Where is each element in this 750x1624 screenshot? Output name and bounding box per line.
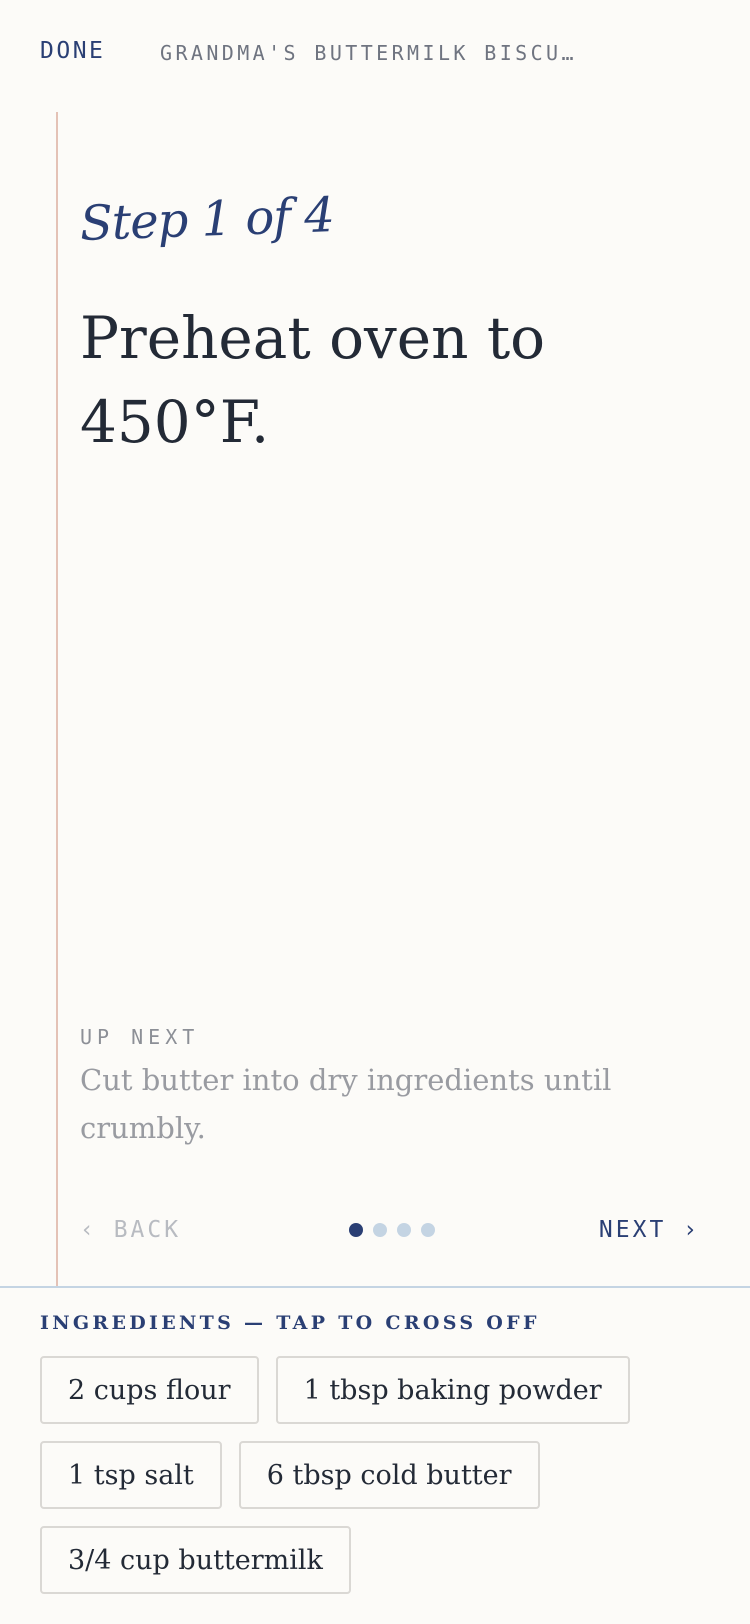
step-dot bbox=[397, 1223, 411, 1237]
up-next-text: Cut butter into dry ingredients until cr… bbox=[80, 1063, 612, 1145]
up-next-label: UP NEXT bbox=[80, 1025, 200, 1049]
step-instruction: Preheat oven to 450°F. bbox=[80, 304, 546, 456]
step-dot bbox=[373, 1223, 387, 1237]
done-button[interactable]: DONE bbox=[40, 38, 105, 64]
ingredient-chip[interactable]: 6 tbsp cold butter bbox=[238, 1441, 540, 1509]
recipe-title: GRANDMA'S BUTTERMILK BISCU… bbox=[160, 41, 577, 65]
ingredients-list: 2 cups flour 1 tbsp baking powder 1 tsp … bbox=[40, 1356, 720, 1594]
ingredient-chip[interactable]: 1 tbsp baking powder bbox=[275, 1356, 630, 1424]
next-button[interactable]: NEXT › bbox=[599, 1217, 700, 1243]
ingredient-chip[interactable]: 3/4 cup buttermilk bbox=[40, 1526, 351, 1594]
step-dot bbox=[421, 1223, 435, 1237]
ingredients-divider bbox=[0, 1286, 750, 1288]
ingredients-header: INGREDIENTS — TAP TO CROSS OFF bbox=[40, 1312, 540, 1334]
step-dot-active bbox=[349, 1223, 363, 1237]
ingredient-chip[interactable]: 2 cups flour bbox=[40, 1356, 259, 1424]
ingredient-chip[interactable]: 1 tsp salt bbox=[40, 1441, 222, 1509]
top-bar: DONE GRANDMA'S BUTTERMILK BISCU… bbox=[0, 0, 750, 112]
back-button[interactable]: ‹ BACK bbox=[80, 1217, 181, 1243]
step-counter: Step 1 of 4 bbox=[79, 187, 335, 252]
margin-line bbox=[56, 112, 58, 1286]
step-progress-dots bbox=[349, 1223, 435, 1237]
